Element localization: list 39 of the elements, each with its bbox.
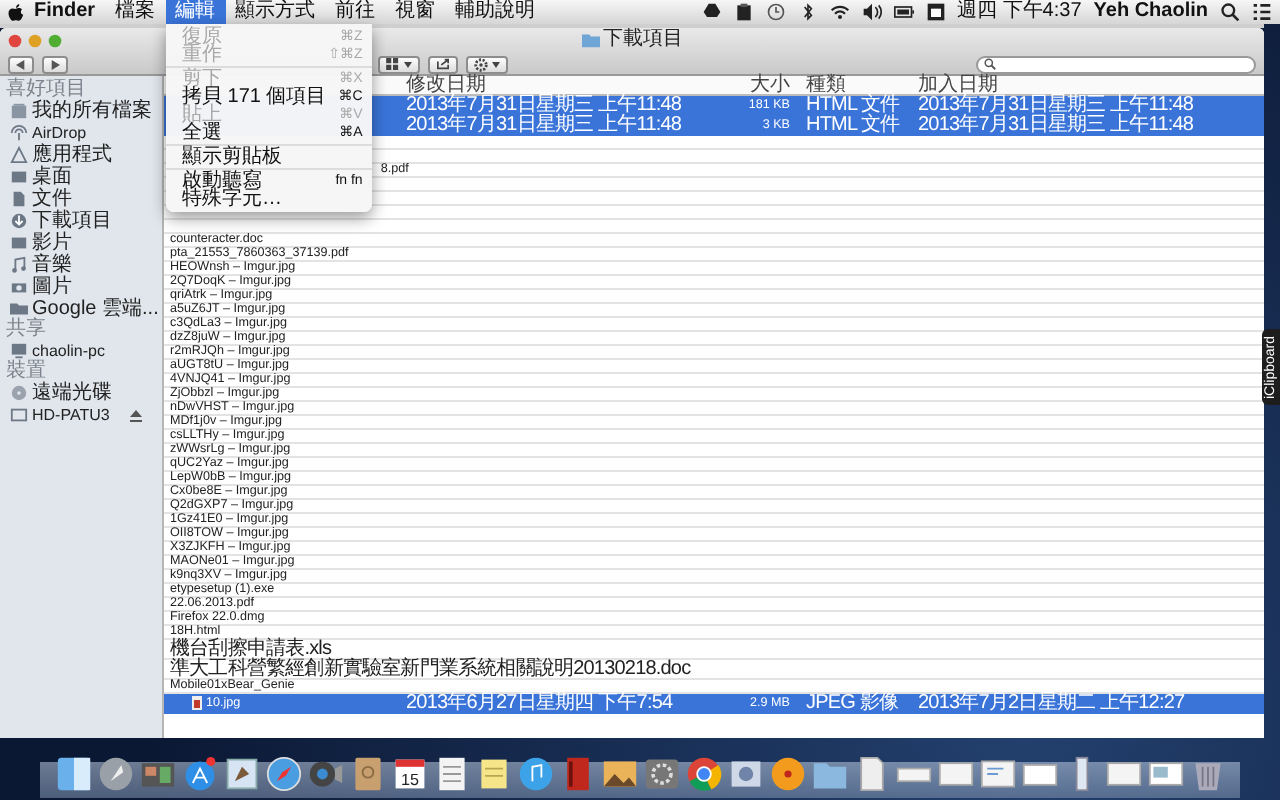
file-row[interactable]: 機台刮擦申請表.xls xyxy=(164,640,1264,660)
kind-cell-text: JPEG 影像 xyxy=(804,694,901,712)
sidebar-item[interactable]: 下載項目 xyxy=(0,210,162,232)
sidebar-item[interactable]: 我的所有檔案 xyxy=(0,100,162,122)
menu-item[interactable]: 特殊字元… xyxy=(166,190,373,208)
menu-title[interactable]: Finder xyxy=(24,0,106,24)
sidebar-item[interactable]: 應用程式 xyxy=(0,144,162,166)
date-cell-text: 2013年7月31日星期三 上午11:48 xyxy=(406,96,684,114)
clock-text[interactable]: 週四 下午4:37 xyxy=(957,0,1082,24)
window-title: 下載項目 xyxy=(603,28,683,52)
sidebar-heading: 喜好項目 xyxy=(4,80,86,100)
date-cell-text: 2013年7月31日星期三 上午11:48 xyxy=(918,96,1196,114)
sidebar-item[interactable]: 影片 xyxy=(0,232,162,254)
sidebar-item[interactable]: 遠端光碟 xyxy=(0,382,162,404)
menu-title[interactable]: 輔助說明 xyxy=(445,0,546,24)
date-cell-text: 2013年7月31日星期三 上午11:48 xyxy=(406,116,684,134)
menu-title[interactable]: 編輯 xyxy=(165,0,226,24)
column-header[interactable]: 大小 xyxy=(718,76,790,94)
sidebar-item[interactable]: 文件 xyxy=(0,188,162,210)
sidebar-item[interactable]: 圖片 xyxy=(0,276,162,298)
date-cell-text: 2013年7月31日星期三 上午11:48 xyxy=(918,116,1196,134)
kind-cell-text: HTML 文件 xyxy=(804,96,902,114)
sidebar-item[interactable]: AirDrop xyxy=(0,122,162,144)
date-cell-text: 2013年7月2日星期二 上午12:27 xyxy=(918,694,1187,712)
date-cell-text: 2013年6月27日星期四 下午7:54 xyxy=(406,694,675,712)
sidebar-item[interactable]: 音樂 xyxy=(0,254,162,276)
sidebar-item[interactable]: chaolin-pc xyxy=(0,340,162,362)
file-row[interactable]: 準大工科營繁經創新實驗室新門業系統相關說明20130218.doc xyxy=(164,660,1264,680)
sidebar-item[interactable]: HD-PATU3 xyxy=(0,404,162,426)
sidebar-item[interactable]: 桌面 xyxy=(0,166,162,188)
sidebar-item[interactable]: Google 雲端... xyxy=(0,298,162,320)
kind-cell-text: HTML 文件 xyxy=(804,116,902,134)
calendar-icon[interactable]: 15 xyxy=(391,756,427,792)
user-name[interactable]: Yeh Chaolin xyxy=(1093,0,1208,24)
menu-title[interactable]: 前往 xyxy=(325,0,386,24)
menu-item[interactable]: 顯示剪貼板 xyxy=(166,148,373,166)
sidebar-heading: 裝置 xyxy=(4,362,46,382)
column-header[interactable]: 種類 xyxy=(790,76,918,94)
sidebar-heading: 共享 xyxy=(4,320,46,340)
